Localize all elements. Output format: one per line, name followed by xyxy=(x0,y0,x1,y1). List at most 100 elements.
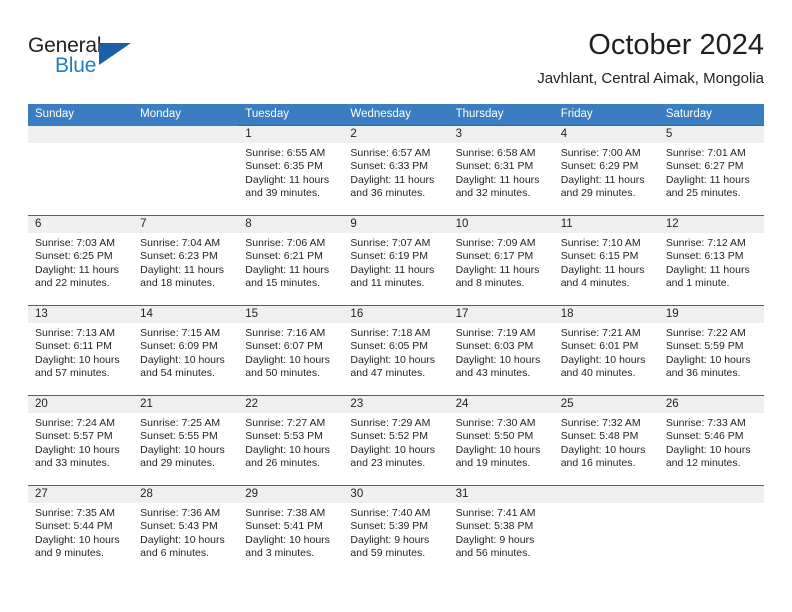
calendar-day-cell[interactable]: 4 Sunrise: 7:00 AM Sunset: 6:29 PM Daylight… xyxy=(553,125,659,216)
calendar-day-cell[interactable]: 2 Sunrise: 6:57 AM Sunset: 6:33 PM Daylight… xyxy=(343,125,449,216)
calendar-day-cell[interactable]: 26 Sunrise: 7:33 AM Sunset: 5:46 PM Dayligh… xyxy=(658,395,764,486)
sunrise-text: Sunrise: 7:24 AM xyxy=(35,417,115,429)
sunset-text: Sunset: 6:07 PM xyxy=(245,340,323,353)
calendar-day-cell-empty xyxy=(133,125,239,216)
daylight-text: Daylight: 11 hours and 25 minutes. xyxy=(665,173,750,200)
calendar-day-cell[interactable]: 7 Sunrise: 7:04 AM Sunset: 6:23 PM Daylight… xyxy=(133,215,239,306)
calendar-day-cell[interactable]: 1 Sunrise: 6:55 AM Sunset: 6:35 PM Daylight… xyxy=(238,125,344,216)
daylight-text: Daylight: 10 hours and 9 minutes. xyxy=(35,533,120,560)
day-number xyxy=(553,486,659,503)
day-number: 6 xyxy=(28,216,134,233)
calendar-day-cell[interactable]: 17 Sunrise: 7:19 AM Sunset: 6:03 PM Dayligh… xyxy=(448,305,554,396)
sunset-text: Sunset: 6:05 PM xyxy=(350,340,429,353)
day-number: 20 xyxy=(28,396,134,413)
calendar-day-cell[interactable]: 12 Sunrise: 7:12 AM Sunset: 6:13 PM Dayligh… xyxy=(658,215,764,306)
day-number: 21 xyxy=(133,396,239,413)
calendar-day-cell[interactable]: 10 Sunrise: 7:09 AM Sunset: 6:17 PM Dayligh… xyxy=(448,215,554,306)
sunset-text: Sunset: 5:39 PM xyxy=(350,520,429,533)
day-number: 5 xyxy=(658,126,764,143)
day-details: Sunrise: 6:55 AM Sunset: 6:35 PM Daylight:… xyxy=(238,143,343,201)
sunset-text: Sunset: 5:48 PM xyxy=(560,430,639,443)
logo-triangle-icon xyxy=(99,43,131,65)
day-details: Sunrise: 7:10 AM Sunset: 6:15 PM Daylight:… xyxy=(554,233,659,291)
calendar-week-row: 6 Sunrise: 7:03 AM Sunset: 6:25 PM Daylight… xyxy=(28,215,764,306)
calendar-day-cell[interactable]: 13 Sunrise: 7:13 AM Sunset: 6:11 PM Dayligh… xyxy=(28,305,134,396)
sunrise-text: Sunrise: 7:29 AM xyxy=(350,417,431,429)
sunset-text: Sunset: 5:38 PM xyxy=(455,520,534,533)
sunset-text: Sunset: 6:25 PM xyxy=(35,250,113,263)
calendar-day-cell[interactable]: 28 Sunrise: 7:36 AM Sunset: 5:43 PM Dayligh… xyxy=(133,485,239,576)
sunset-text: Sunset: 6:21 PM xyxy=(245,250,323,263)
day-details: Sunrise: 7:01 AM Sunset: 6:27 PM Daylight:… xyxy=(659,143,764,201)
sunrise-text: Sunrise: 7:30 AM xyxy=(455,417,536,429)
daylight-text: Daylight: 10 hours and 47 minutes. xyxy=(350,353,436,380)
daylight-text: Daylight: 10 hours and 57 minutes. xyxy=(35,353,120,380)
weekday-header-monday: Monday xyxy=(133,104,239,126)
sunrise-text: Sunrise: 7:07 AM xyxy=(350,237,431,249)
sunset-text: Sunset: 6:17 PM xyxy=(455,250,534,263)
daylight-text: Daylight: 11 hours and 11 minutes. xyxy=(350,263,435,290)
calendar-day-cell[interactable]: 22 Sunrise: 7:27 AM Sunset: 5:53 PM Dayligh… xyxy=(238,395,344,486)
daylight-text: Daylight: 10 hours and 36 minutes. xyxy=(665,353,751,380)
calendar-day-cell[interactable]: 3 Sunrise: 6:58 AM Sunset: 6:31 PM Daylight… xyxy=(448,125,554,216)
daylight-text: Daylight: 9 hours and 59 minutes. xyxy=(350,533,430,560)
sunrise-text: Sunrise: 6:57 AM xyxy=(350,147,431,159)
daylight-text: Daylight: 10 hours and 40 minutes. xyxy=(560,353,646,380)
calendar-day-cell[interactable]: 20 Sunrise: 7:24 AM Sunset: 5:57 PM Dayligh… xyxy=(28,395,134,486)
sunset-text: Sunset: 6:33 PM xyxy=(350,160,429,173)
day-details: Sunrise: 6:58 AM Sunset: 6:31 PM Daylight:… xyxy=(449,143,554,201)
calendar-day-cell[interactable]: 16 Sunrise: 7:18 AM Sunset: 6:05 PM Dayligh… xyxy=(343,305,449,396)
day-number: 2 xyxy=(343,126,449,143)
daylight-text: Daylight: 10 hours and 50 minutes. xyxy=(245,353,330,380)
daylight-text: Daylight: 10 hours and 16 minutes. xyxy=(560,443,646,470)
daylight-text: Daylight: 10 hours and 3 minutes. xyxy=(245,533,330,560)
day-number: 26 xyxy=(658,396,764,413)
calendar-day-cell[interactable]: 11 Sunrise: 7:10 AM Sunset: 6:15 PM Dayligh… xyxy=(553,215,659,306)
sunset-text: Sunset: 5:59 PM xyxy=(665,340,744,353)
sunrise-text: Sunrise: 7:09 AM xyxy=(455,237,536,249)
sunset-text: Sunset: 5:52 PM xyxy=(350,430,429,443)
day-number: 14 xyxy=(133,306,239,323)
day-number: 28 xyxy=(133,486,239,503)
calendar-day-cell[interactable]: 14 Sunrise: 7:15 AM Sunset: 6:09 PM Dayligh… xyxy=(133,305,239,396)
calendar-day-cell[interactable]: 30 Sunrise: 7:40 AM Sunset: 5:39 PM Dayligh… xyxy=(343,485,449,576)
day-number: 9 xyxy=(343,216,449,233)
sunset-text: Sunset: 5:55 PM xyxy=(140,430,218,443)
calendar-day-cell[interactable]: 23 Sunrise: 7:29 AM Sunset: 5:52 PM Dayligh… xyxy=(343,395,449,486)
day-number: 11 xyxy=(553,216,659,233)
sunset-text: Sunset: 5:57 PM xyxy=(35,430,113,443)
day-number xyxy=(133,125,239,143)
sunset-text: Sunset: 5:46 PM xyxy=(665,430,744,443)
sunrise-text: Sunrise: 7:35 AM xyxy=(35,507,115,519)
calendar-day-cell[interactable]: 24 Sunrise: 7:30 AM Sunset: 5:50 PM Dayligh… xyxy=(448,395,554,486)
day-details: Sunrise: 7:25 AM Sunset: 5:55 PM Daylight:… xyxy=(133,413,238,471)
sunset-text: Sunset: 6:23 PM xyxy=(140,250,218,263)
calendar-day-cell[interactable]: 31 Sunrise: 7:41 AM Sunset: 5:38 PM Dayligh… xyxy=(448,485,554,576)
calendar-day-cell[interactable]: 18 Sunrise: 7:21 AM Sunset: 6:01 PM Dayligh… xyxy=(553,305,659,396)
day-number: 8 xyxy=(238,216,344,233)
calendar-day-cell[interactable]: 29 Sunrise: 7:38 AM Sunset: 5:41 PM Dayligh… xyxy=(238,485,344,576)
sunrise-text: Sunrise: 7:19 AM xyxy=(455,327,536,339)
day-details: Sunrise: 6:57 AM Sunset: 6:33 PM Daylight:… xyxy=(343,143,448,201)
calendar-day-cell[interactable]: 25 Sunrise: 7:32 AM Sunset: 5:48 PM Dayligh… xyxy=(553,395,659,486)
sunset-text: Sunset: 6:09 PM xyxy=(140,340,218,353)
day-details: Sunrise: 7:41 AM Sunset: 5:38 PM Daylight:… xyxy=(449,503,554,561)
day-number: 12 xyxy=(658,216,764,233)
day-details: Sunrise: 7:22 AM Sunset: 5:59 PM Daylight:… xyxy=(659,323,764,381)
calendar-day-cell[interactable]: 21 Sunrise: 7:25 AM Sunset: 5:55 PM Dayligh… xyxy=(133,395,239,486)
sunset-text: Sunset: 6:13 PM xyxy=(665,250,744,263)
calendar-day-cell[interactable]: 27 Sunrise: 7:35 AM Sunset: 5:44 PM Dayligh… xyxy=(28,485,134,576)
calendar-day-cell[interactable]: 8 Sunrise: 7:06 AM Sunset: 6:21 PM Daylight… xyxy=(238,215,344,306)
day-details: Sunrise: 7:29 AM Sunset: 5:52 PM Daylight:… xyxy=(343,413,448,471)
calendar-day-cell[interactable]: 6 Sunrise: 7:03 AM Sunset: 6:25 PM Daylight… xyxy=(28,215,134,306)
calendar-day-cell[interactable]: 15 Sunrise: 7:16 AM Sunset: 6:07 PM Dayligh… xyxy=(238,305,344,396)
calendar-day-cell[interactable]: 5 Sunrise: 7:01 AM Sunset: 6:27 PM Daylight… xyxy=(658,125,764,216)
calendar-week-row: 1 Sunrise: 6:55 AM Sunset: 6:35 PM Daylight… xyxy=(28,125,764,216)
calendar-day-cell[interactable]: 19 Sunrise: 7:22 AM Sunset: 5:59 PM Dayligh… xyxy=(658,305,764,396)
day-number: 19 xyxy=(658,306,764,323)
generalblue-logo[interactable]: General Blue xyxy=(28,34,143,86)
sunset-text: Sunset: 6:35 PM xyxy=(245,160,323,173)
day-number xyxy=(28,125,134,143)
sunrise-text: Sunrise: 7:25 AM xyxy=(140,417,221,429)
calendar-day-cell[interactable]: 9 Sunrise: 7:07 AM Sunset: 6:19 PM Daylight… xyxy=(343,215,449,306)
